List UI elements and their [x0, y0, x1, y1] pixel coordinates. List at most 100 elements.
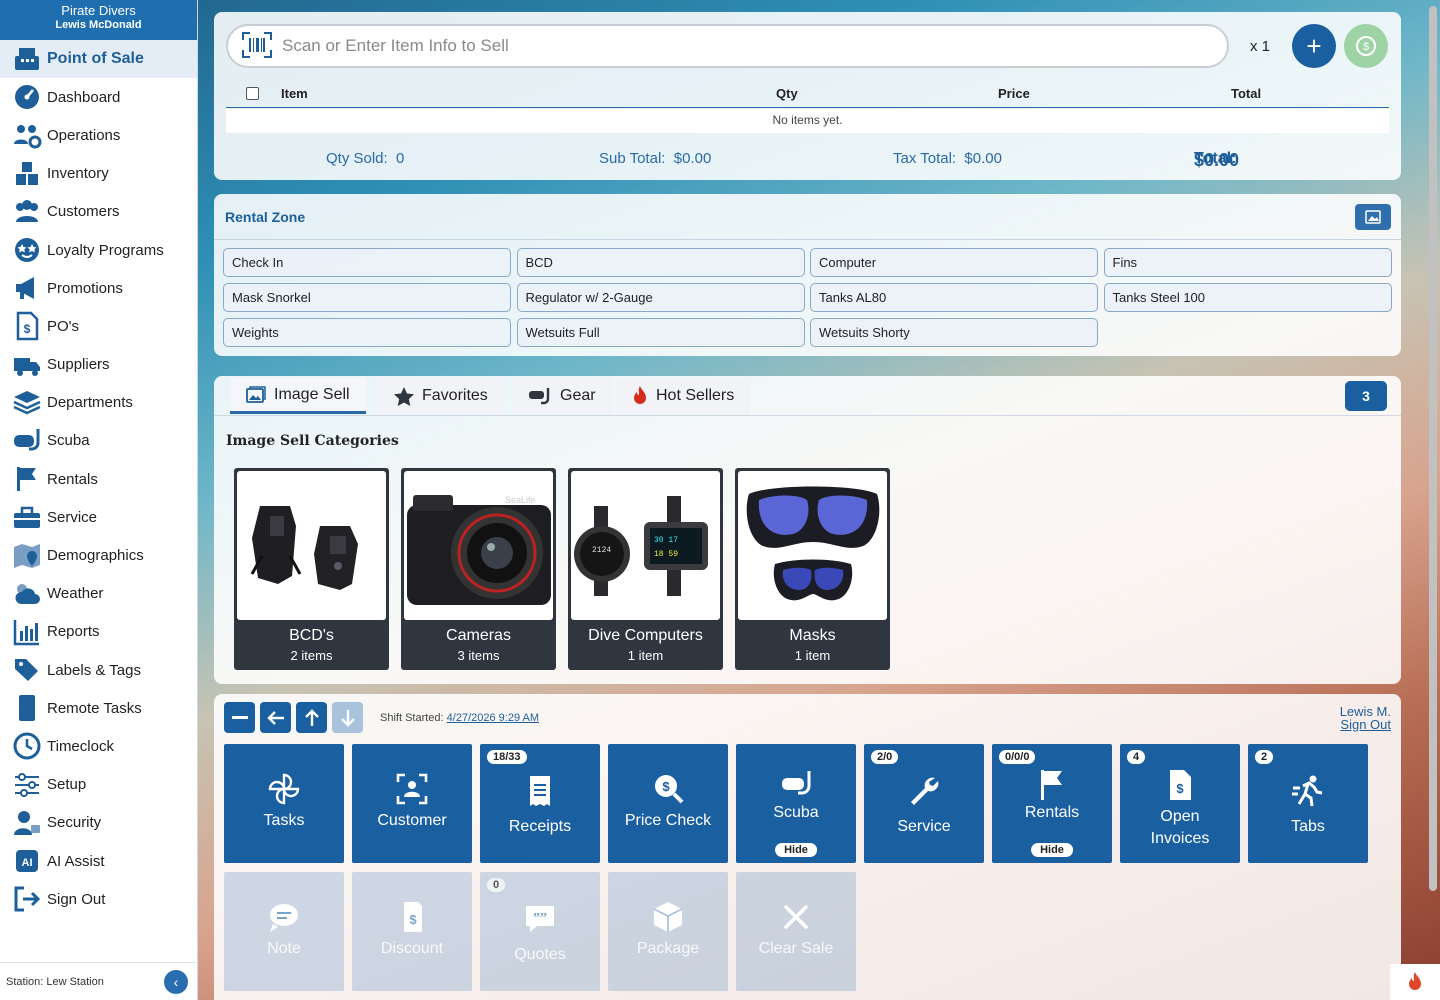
- add-item-button[interactable]: +: [1292, 24, 1336, 68]
- tab-hot-sellers[interactable]: Hot Sellers: [616, 378, 751, 414]
- sale-table-header: Item Qty Price Total: [226, 86, 1389, 108]
- sidebar-item-timeclock[interactable]: Timeclock: [0, 727, 197, 765]
- sidebar-item-operations[interactable]: Operations: [0, 116, 197, 154]
- action-tile-note[interactable]: Note: [224, 872, 344, 991]
- qty-multiplier[interactable]: x 1: [1250, 38, 1270, 55]
- tab-favorites[interactable]: Favorites: [378, 378, 504, 414]
- runner-icon: [1248, 774, 1368, 808]
- tab-count-badge[interactable]: 3: [1345, 381, 1387, 411]
- move-down-button[interactable]: [332, 702, 363, 733]
- sidebar-footer: Station: Lew Station ‹: [0, 962, 198, 1000]
- sidebar-item-labels-tags[interactable]: Labels & Tags: [0, 651, 197, 689]
- sidebar-item-scuba[interactable]: Scuba: [0, 422, 197, 460]
- category-count: 3 items: [457, 648, 500, 663]
- category-card-bcds[interactable]: BCD's 2 items: [234, 468, 389, 670]
- action-tile-tasks[interactable]: Tasks: [224, 744, 344, 863]
- rental-button[interactable]: BCD: [516, 248, 805, 277]
- shift-time-link[interactable]: 4/27/2026 9:29 AM: [447, 712, 539, 724]
- hot-corner-button[interactable]: [1390, 964, 1440, 1000]
- tile-label: Package: [636, 940, 700, 957]
- sidebar-item-label: Security: [47, 814, 102, 832]
- minimize-button[interactable]: [224, 702, 255, 733]
- sidebar-item-rentals[interactable]: Rentals: [0, 460, 197, 498]
- sidebar-item-point-of-sale[interactable]: Point of Sale: [0, 40, 197, 79]
- rental-button[interactable]: Weights: [223, 318, 511, 347]
- action-tile-customer[interactable]: Customer: [352, 744, 472, 863]
- tab-gear[interactable]: Gear: [512, 378, 612, 414]
- move-up-button[interactable]: [296, 702, 327, 733]
- category-card-dive-computers[interactable]: 2124 30 17 18 59 Dive Computers 1 item: [568, 468, 723, 670]
- wrench-icon: [864, 774, 984, 808]
- tile-label: Note: [267, 940, 301, 957]
- tile-badge: 0/0/0: [999, 750, 1036, 764]
- arrow-up-icon: [304, 708, 319, 726]
- rental-button[interactable]: Fins: [1103, 248, 1392, 277]
- sidebar-item-loyalty-programs[interactable]: Loyalty Programs: [0, 231, 197, 269]
- action-tile-scuba[interactable]: Scuba Hide: [736, 744, 856, 863]
- sidebar-item-customers[interactable]: Customers: [0, 193, 197, 231]
- pay-button[interactable]: $: [1344, 24, 1388, 68]
- sidebar-item-label: PO's: [47, 317, 80, 335]
- sidebar-item-security[interactable]: Security: [0, 804, 197, 842]
- mask-snorkel-icon: [528, 387, 552, 405]
- action-tile-service[interactable]: Service 2/0: [864, 744, 984, 863]
- action-tile-clear-sale[interactable]: Clear Sale: [736, 872, 856, 991]
- sidebar-item-weather[interactable]: Weather: [0, 575, 197, 613]
- rental-button[interactable]: Regulator w/ 2-Gauge: [516, 283, 805, 312]
- sidebar-item-inventory[interactable]: Inventory: [0, 155, 197, 193]
- action-tile-package[interactable]: Package: [608, 872, 728, 991]
- sidebar-item-ai-assist[interactable]: AI AI Assist: [0, 842, 197, 880]
- rental-button[interactable]: Check In: [223, 248, 511, 277]
- category-card-masks[interactable]: Masks 1 item: [735, 468, 890, 670]
- sidebar-item-remote-tasks[interactable]: Remote Tasks: [0, 689, 197, 727]
- action-tile-open-invoices[interactable]: $ Open Invoices 4: [1120, 744, 1240, 863]
- users-gear-icon: [12, 120, 42, 150]
- action-tile-rentals[interactable]: Rentals 0/0/0 Hide: [992, 744, 1112, 863]
- sidebar-item-dashboard[interactable]: Dashboard: [0, 78, 197, 116]
- sidebar-item-suppliers[interactable]: Suppliers: [0, 346, 197, 384]
- sidebar-item-demographics[interactable]: Demographics: [0, 536, 197, 574]
- action-tile-tabs[interactable]: Tabs 2: [1248, 744, 1368, 863]
- svg-text:30 17: 30 17: [654, 536, 678, 545]
- hide-button[interactable]: Hide: [1031, 843, 1073, 857]
- item-search-input[interactable]: [282, 36, 1182, 56]
- action-tile-discount[interactable]: $ Discount: [352, 872, 472, 991]
- back-button[interactable]: [260, 702, 291, 733]
- action-tile-receipts[interactable]: Receipts 18/33: [480, 744, 600, 863]
- item-search-box[interactable]: [226, 24, 1229, 68]
- hide-button[interactable]: Hide: [775, 843, 817, 857]
- action-tile-quotes[interactable]: ”” Quotes 0: [480, 872, 600, 991]
- rental-button[interactable]: Wetsuits Shorty: [810, 318, 1098, 347]
- rental-button[interactable]: Tanks AL80: [810, 283, 1098, 312]
- star-icon: [394, 386, 414, 406]
- rental-button[interactable]: Mask Snorkel: [223, 283, 511, 312]
- rental-image-toggle-button[interactable]: [1355, 204, 1391, 230]
- sidebar-item-sign-out[interactable]: Sign Out: [0, 880, 197, 918]
- rental-button[interactable]: Tanks Steel 100: [1103, 283, 1392, 312]
- truck-icon: [12, 350, 42, 380]
- tablet-icon: [12, 693, 42, 723]
- mask-image: [738, 471, 887, 620]
- fire-icon: [632, 386, 648, 406]
- action-tile-price-check[interactable]: $ Price Check: [608, 744, 728, 863]
- total-value: $0.00: [1194, 150, 1240, 170]
- sign-out-link[interactable]: Sign Out: [1340, 718, 1391, 731]
- category-card-cameras[interactable]: SeaLife Cameras 3 items: [401, 468, 556, 670]
- mask-icon: [12, 426, 42, 456]
- page-scrollbar[interactable]: [1429, 6, 1437, 891]
- rental-button[interactable]: Wetsuits Full: [516, 318, 805, 347]
- megaphone-icon: [12, 273, 42, 303]
- sidebar-item-setup[interactable]: Setup: [0, 766, 197, 804]
- register-icon: [12, 44, 42, 74]
- sidebar-item-service[interactable]: Service: [0, 498, 197, 536]
- collapse-sidebar-button[interactable]: ‹: [164, 969, 188, 994]
- svg-text:18 59: 18 59: [654, 550, 678, 559]
- sidebar-item-po-s[interactable]: $ PO's: [0, 307, 197, 345]
- sidebar-item-departments[interactable]: Departments: [0, 384, 197, 422]
- sidebar-item-reports[interactable]: Reports: [0, 613, 197, 651]
- col-total: Total: [1231, 86, 1262, 101]
- tab-image-sell[interactable]: Image Sell: [230, 378, 366, 414]
- sidebar-item-promotions[interactable]: Promotions: [0, 269, 197, 307]
- rental-button[interactable]: Computer: [810, 248, 1098, 277]
- barcode-icon[interactable]: [242, 31, 272, 61]
